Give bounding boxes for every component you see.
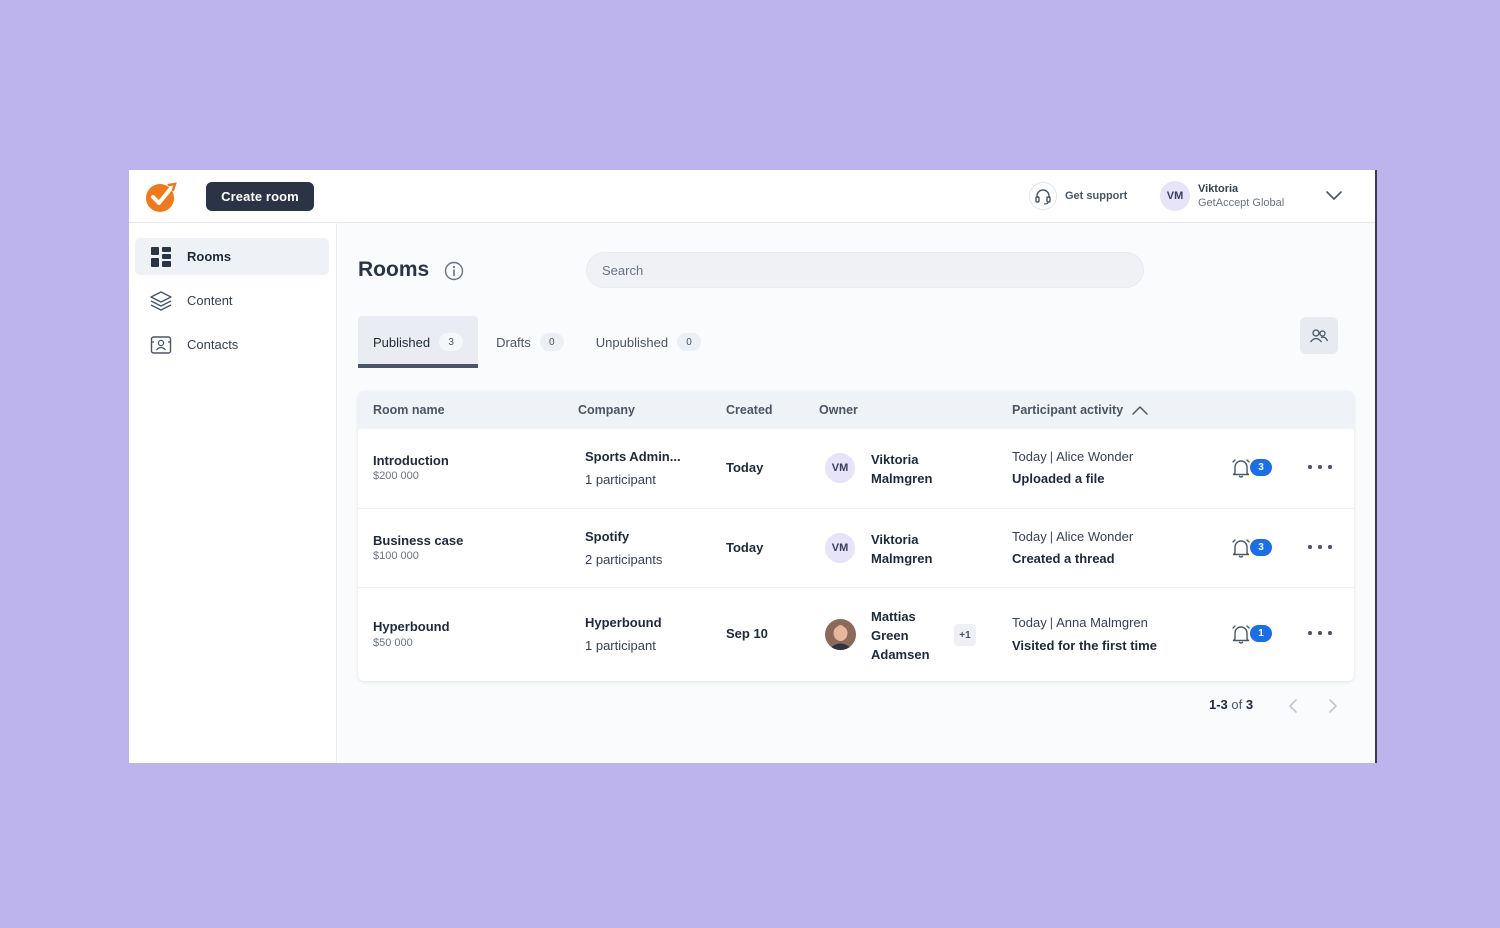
activity-description: Visited for the first time xyxy=(1012,638,1157,653)
table-header: Room name Company Created Owner Particip… xyxy=(358,391,1354,429)
table-row[interactable]: Introduction $200 000 Sports Admin... 1 … xyxy=(358,429,1354,509)
chevron-down-icon[interactable] xyxy=(1325,188,1343,202)
participants-count: 2 participants xyxy=(585,552,663,567)
bell-icon[interactable] xyxy=(1230,623,1252,645)
get-support-button[interactable]: Get support xyxy=(1029,182,1128,210)
room-name[interactable]: Business case xyxy=(373,533,463,548)
room-value: $100 000 xyxy=(373,550,419,562)
activity-meta: Today | Alice Wonder xyxy=(1012,529,1134,544)
owner-avatar: VM xyxy=(825,453,855,483)
user-org: GetAccept Global xyxy=(1198,197,1285,209)
company-name: Hyperbound xyxy=(585,615,662,630)
created-date: Sep 10 xyxy=(726,626,768,641)
app-window: Create room Get support VM Viktoria GetA… xyxy=(129,170,1377,763)
getaccept-logo-icon[interactable] xyxy=(145,181,179,213)
sidebar: Rooms Content Contacts xyxy=(129,223,337,763)
activity-meta: Today | Anna Malmgren xyxy=(1012,615,1148,630)
room-value: $50 000 xyxy=(373,637,413,649)
chevron-left-icon[interactable] xyxy=(1285,697,1301,715)
create-room-button[interactable]: Create room xyxy=(206,182,314,211)
company-name: Sports Admin... xyxy=(585,449,681,464)
notification-count-badge: 3 xyxy=(1250,539,1272,556)
owner-name: Mattias Green Adamsen xyxy=(871,609,930,662)
sidebar-item-contacts[interactable]: Contacts xyxy=(135,326,329,363)
bell-icon[interactable] xyxy=(1230,537,1252,559)
user-avatar: VM xyxy=(1160,181,1190,211)
sidebar-item-label: Content xyxy=(187,293,233,308)
tab-count-badge: 3 xyxy=(439,333,464,351)
column-header-participant-activity[interactable]: Participant activity xyxy=(1012,403,1149,417)
activity-description: Created a thread xyxy=(1012,551,1115,566)
pagination-label: 1-3 of 3 xyxy=(1209,697,1254,712)
chevron-right-icon[interactable] xyxy=(1325,697,1341,715)
column-header-created[interactable]: Created xyxy=(726,403,773,417)
top-bar: Create room Get support VM Viktoria GetA… xyxy=(129,170,1375,223)
column-header-company[interactable]: Company xyxy=(578,403,635,417)
table-row[interactable]: Hyperbound $50 000 Hyperbound 1 particip… xyxy=(358,588,1354,681)
user-menu[interactable]: VM Viktoria GetAccept Global xyxy=(1160,181,1284,211)
get-support-label: Get support xyxy=(1065,190,1128,202)
search-input[interactable] xyxy=(586,252,1144,288)
participants-filter-button[interactable] xyxy=(1300,317,1338,354)
info-icon[interactable] xyxy=(444,261,464,281)
tab-drafts[interactable]: Drafts 0 xyxy=(482,316,578,368)
rooms-table: Room name Company Created Owner Particip… xyxy=(358,391,1354,681)
main-content: Rooms Published 3 Drafts 0 Unpublished 0 xyxy=(338,223,1375,763)
owner-photo-avatar xyxy=(825,619,856,650)
headset-icon xyxy=(1029,182,1057,210)
more-options-icon[interactable] xyxy=(1308,541,1332,553)
created-date: Today xyxy=(726,540,764,555)
room-name[interactable]: Introduction xyxy=(373,453,449,468)
sidebar-item-label: Rooms xyxy=(187,249,232,264)
contact-card-icon xyxy=(149,334,173,356)
participants-count: 1 participant xyxy=(585,638,656,653)
sidebar-item-rooms[interactable]: Rooms xyxy=(135,238,329,275)
tab-label: Unpublished xyxy=(595,334,669,350)
owner-name: Viktoria Malmgren xyxy=(871,452,933,486)
room-tabs: Published 3 Drafts 0 Unpublished 0 xyxy=(358,316,719,368)
owner-name: Viktoria Malmgren xyxy=(871,532,933,566)
tab-count-badge: 0 xyxy=(539,333,564,351)
room-value: $200 000 xyxy=(373,470,419,482)
column-header-owner[interactable]: Owner xyxy=(819,403,858,417)
people-icon xyxy=(1309,328,1329,342)
notification-count-badge: 3 xyxy=(1250,459,1272,476)
column-header-room-name[interactable]: Room name xyxy=(373,403,445,417)
chevron-up-icon xyxy=(1132,406,1148,415)
company-name: Spotify xyxy=(585,529,630,544)
layers-icon xyxy=(149,290,173,312)
activity-meta: Today | Alice Wonder xyxy=(1012,449,1134,464)
room-name[interactable]: Hyperbound xyxy=(373,619,450,634)
tab-count-badge: 0 xyxy=(677,333,702,351)
more-options-icon[interactable] xyxy=(1308,627,1332,639)
table-row[interactable]: Business case $100 000 Spotify 2 partici… xyxy=(358,509,1354,588)
participants-count: 1 participant xyxy=(585,472,656,487)
tab-label: Drafts xyxy=(496,334,531,350)
sidebar-item-label: Contacts xyxy=(187,337,239,352)
tab-published[interactable]: Published 3 xyxy=(358,316,479,368)
notification-count-badge: 1 xyxy=(1250,625,1272,642)
more-options-icon[interactable] xyxy=(1308,461,1332,473)
owner-avatar: VM xyxy=(825,533,855,563)
tab-label: Published xyxy=(373,334,431,350)
bell-icon[interactable] xyxy=(1230,457,1252,479)
page-title: Rooms xyxy=(358,258,430,281)
grid-icon xyxy=(149,246,173,268)
additional-owners-badge[interactable]: +1 xyxy=(954,624,976,646)
sidebar-item-content[interactable]: Content xyxy=(135,282,329,319)
user-name: Viktoria xyxy=(1198,183,1239,195)
tab-unpublished[interactable]: Unpublished 0 xyxy=(582,316,715,368)
created-date: Today xyxy=(726,460,764,475)
activity-description: Uploaded a file xyxy=(1012,471,1105,486)
